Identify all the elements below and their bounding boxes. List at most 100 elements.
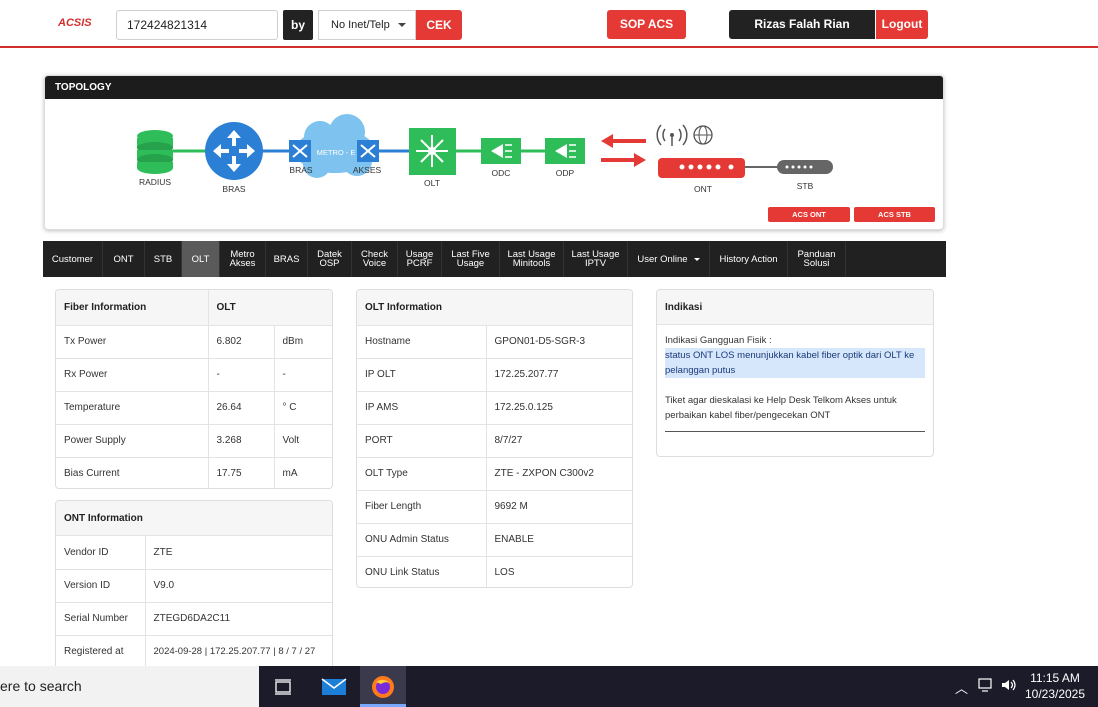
tab-panduan-solusi[interactable]: Panduan Solusi [788, 241, 846, 277]
chevron-up-icon[interactable]: ︿ [955, 678, 968, 697]
fiber-header: Fiber Information [56, 290, 209, 326]
tab-usage-pcrf[interactable]: Usage PCRF [398, 241, 442, 277]
tab-last-usage-iptv[interactable]: Last Usage IPTV [564, 241, 628, 277]
table-row: Fiber Length 9692 M [357, 490, 632, 524]
fiber-unit: Volt [274, 424, 332, 458]
mail-icon[interactable] [311, 666, 357, 707]
olt-label: ONU Link Status [357, 556, 487, 587]
search-type-value: No Inet/Telp [331, 19, 390, 31]
search-type-select[interactable]: No Inet/Telp [318, 10, 416, 40]
table-row: Tx Power 6.802 dBm [56, 325, 332, 359]
ont-value: ZTEGD6DA2C11 [145, 602, 332, 636]
fiber-label: Rx Power [56, 358, 209, 392]
tab-label: PCRF [406, 258, 433, 269]
taskbar-search[interactable]: ere to search [0, 666, 259, 707]
fiber-value: 6.802 [208, 325, 275, 359]
table-row: Temperature 26.64 ° C [56, 391, 332, 425]
tab-label: Usage [456, 258, 485, 269]
tab-datek-osp[interactable]: Datek OSP [308, 241, 352, 277]
cek-button[interactable]: CEK [416, 10, 462, 40]
tab-label: OSP [319, 258, 340, 269]
table-row: IP AMS 172.25.0.125 [357, 391, 632, 425]
search-input[interactable]: 172424821314 [116, 10, 278, 40]
fiber-unit: - [274, 358, 332, 392]
tab-label: Akses [229, 258, 256, 269]
fiber-value: 3.268 [208, 424, 275, 458]
tab-ont[interactable]: ONT [103, 241, 145, 277]
tab-last-five-usage[interactable]: Last Five Usage [442, 241, 500, 277]
radius-label: RADIUS [139, 177, 171, 187]
tab-bras[interactable]: BRAS [266, 241, 308, 277]
acs-ont-connectivity-button[interactable]: ACS ONT Connectivity [768, 207, 850, 229]
fiber-value: - [208, 358, 275, 392]
chevron-down-icon [398, 23, 406, 27]
clock-time: 11:15 AM [1030, 671, 1080, 685]
clock-date: 10/23/2025 [1024, 687, 1086, 701]
table-row: Vendor ID ZTE [56, 536, 332, 570]
tab-label: OLT [191, 253, 210, 265]
tab-label: BRAS [273, 253, 300, 265]
tab-user-online[interactable]: User Online [628, 241, 710, 277]
olt-header: OLT [208, 290, 332, 326]
chevron-down-icon [693, 257, 700, 261]
akses-label: AKSES [353, 165, 382, 175]
tab-olt[interactable]: OLT [182, 241, 220, 277]
olt-value: 8/7/27 [486, 424, 632, 458]
olt-label: OLT [424, 178, 440, 188]
table-row: Registered at 2024-09-28 | 172.25.207.77… [56, 635, 332, 668]
by-label: by [283, 10, 313, 40]
bras-label: BRAS [222, 184, 245, 194]
olt-label: Fiber Length [357, 490, 487, 524]
indikasi-status-text: status ONT LOS menunjukkan kabel fiber o… [665, 348, 925, 378]
table-row: Serial Number ZTEGD6DA2C11 [56, 602, 332, 636]
fiber-unit: mA [282, 468, 298, 480]
ont-label: ONT [694, 184, 712, 194]
topology-panel: TOPOLOGY RADIUS BRAS METRO - E BRAS AKSE… [44, 75, 944, 230]
tab-label: Voice [362, 258, 387, 269]
tab-history-action[interactable]: History Action [710, 241, 788, 277]
fiber-value: 17.75 [208, 457, 275, 488]
tab-metro-akses[interactable]: Metro Akses [220, 241, 266, 277]
table-row: Rx Power - - [56, 358, 332, 392]
tab-label: STB [153, 253, 173, 265]
ont-label: Registered at [56, 635, 146, 668]
tab-stb[interactable]: STB [145, 241, 182, 277]
olt-value: 172.25.207.77 [486, 358, 632, 392]
table-row: IP OLT 172.25.207.77 [357, 358, 632, 392]
ont-value: 2024-09-28 | 172.25.207.77 | 8 / 7 / 27 [153, 646, 316, 658]
tab-customer[interactable]: Customer [43, 241, 103, 277]
table-row: Power Supply 3.268 Volt [56, 424, 332, 458]
volume-icon[interactable] [1001, 678, 1017, 695]
fiber-value: 26.64 [208, 391, 275, 425]
bras-switch-icon [289, 140, 311, 162]
logout-button[interactable]: Logout [876, 10, 928, 39]
fiber-unit: ° C [274, 391, 332, 425]
ont-label: Version ID [56, 569, 146, 603]
tab-label: Solusi [803, 258, 830, 269]
acs-stb-connectivity-button[interactable]: ACS STB Connectivity [854, 207, 935, 229]
olt-value: ENABLE [486, 523, 632, 557]
tab-label: Customer [51, 253, 94, 265]
tab-label: ONT [113, 253, 134, 265]
system-clock[interactable]: 11:15 AM 10/23/2025 [1022, 670, 1088, 702]
user-name-button[interactable]: Rizas Falah Rian Purnama [729, 10, 875, 60]
firefox-icon[interactable] [360, 666, 406, 707]
sop-acs-button[interactable]: SOP ACS [607, 10, 686, 39]
olt-value: LOS [494, 567, 515, 579]
tab-last-usage-minitools[interactable]: Last Usage Minitools [500, 241, 564, 277]
app-logo[interactable]: ACSIS [58, 17, 92, 29]
bidirectional-arrows-icon [601, 134, 646, 167]
network-icon[interactable] [978, 678, 994, 695]
fiber-label: Temperature [56, 391, 209, 425]
fiber-information-panel: Fiber Information OLT Tx Power 6.802 dBm… [55, 289, 333, 489]
tab-label: User Online [637, 253, 688, 265]
olt-label: IP OLT [357, 358, 487, 392]
odp-label: ODP [556, 168, 575, 178]
topology-title: TOPOLOGY [45, 76, 943, 99]
task-view-icon[interactable] [260, 666, 306, 707]
ont-value: V9.0 [145, 569, 332, 603]
tab-check-voice[interactable]: Check Voice [352, 241, 398, 277]
ont-information-title: ONT Information [56, 501, 332, 536]
olt-label: IP AMS [357, 391, 487, 425]
indikasi-heading: Indikasi Gangguan Fisik : [665, 335, 772, 346]
